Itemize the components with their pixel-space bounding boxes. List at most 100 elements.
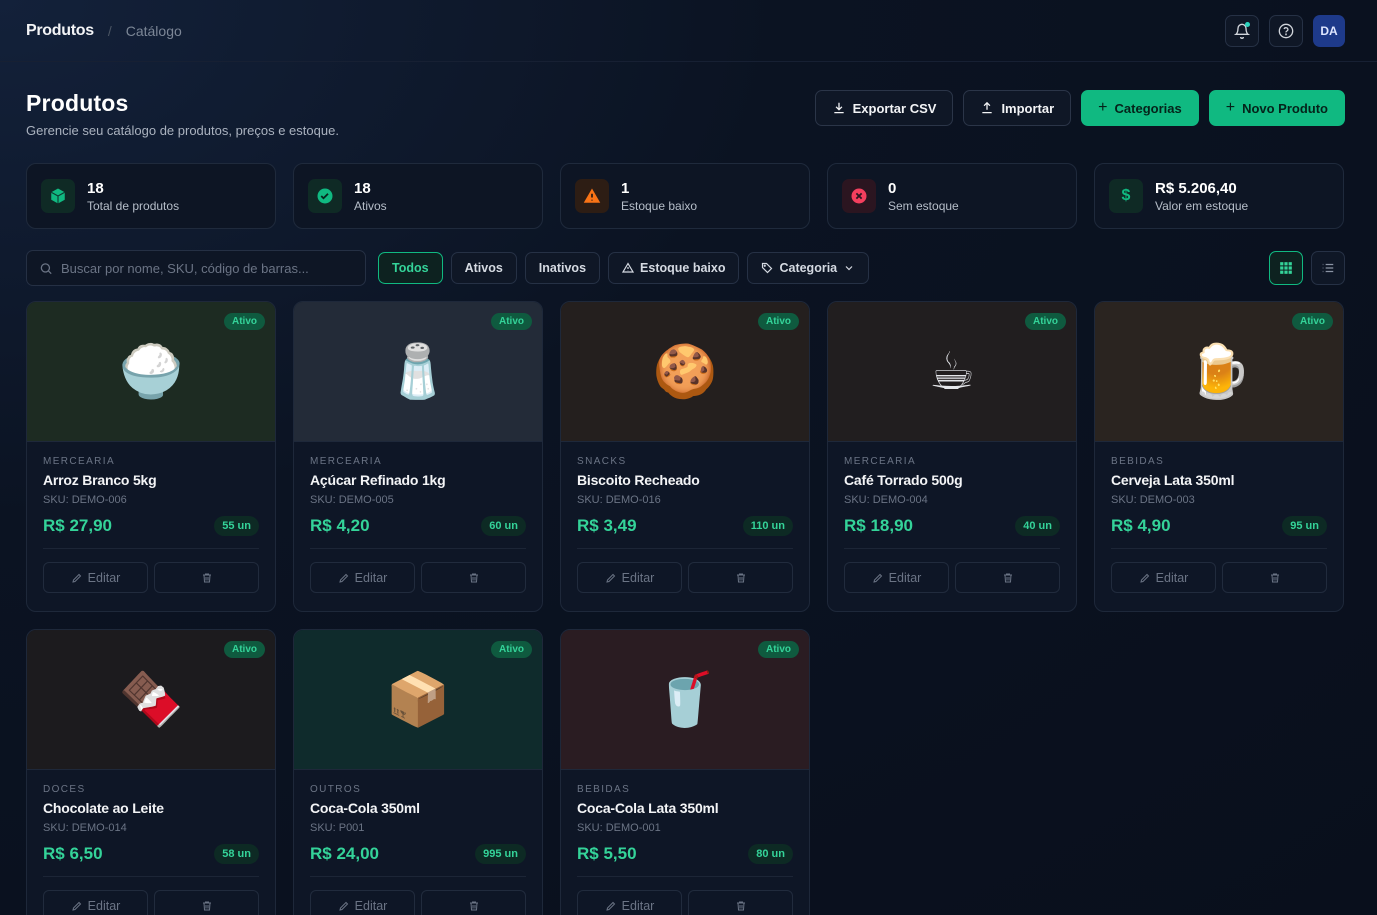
filter-chip-low-stock-label: Estoque baixo [640,261,726,275]
edit-label: Editar [87,898,121,913]
edit-label: Editar [888,570,922,585]
filter-chip-inactive[interactable]: Inativos [524,252,601,284]
edit-button[interactable]: Editar [43,890,148,915]
trash-icon [736,573,745,582]
product-price: R$ 27,90 [43,516,112,535]
status-badge: Ativo [224,641,265,658]
edit-button[interactable]: Editar [310,562,415,593]
product-price: R$ 3,49 [577,516,637,535]
product-price: R$ 5,50 [577,844,637,863]
stock-badge: 995 un [475,844,526,864]
stock-badge: 80 un [748,844,793,864]
categories-button[interactable]: + Categorias [1081,90,1199,126]
trash-icon [202,901,211,910]
plus-icon: + [1225,99,1236,116]
edit-button[interactable]: Editar [1111,562,1216,593]
plus-icon: + [1098,99,1108,116]
filter-chip-category-label: Categoria [779,261,838,275]
stat-active-label: Ativos [354,198,387,213]
stat-active-value: 18 [354,179,371,197]
import-button[interactable]: Importar [963,90,1072,126]
breadcrumb-sub[interactable]: Catálogo [126,23,182,39]
stat-out-of-stock-value: 0 [888,179,897,197]
status-badge: Ativo [758,641,799,658]
edit-button[interactable]: Editar [577,562,682,593]
trash-icon [202,573,211,582]
product-category: BEBIDAS [577,784,631,795]
breadcrumb: Produtos / Catálogo [26,22,182,40]
edit-button[interactable]: Editar [43,562,148,593]
delete-button[interactable] [154,890,259,915]
warning-icon [575,179,609,213]
product-card[interactable]: Ativo 🥤 BEBIDAS Coca-Cola Lata 350ml SKU… [560,629,810,915]
stock-badge: 58 un [214,844,259,864]
product-image: Ativo 🍺 [1095,302,1343,442]
categories-label: Categorias [1114,100,1182,116]
product-sku: SKU: DEMO-006 [43,494,127,506]
product-name: Chocolate ao Leite [43,800,164,816]
product-name: Arroz Branco 5kg [43,472,157,488]
product-card[interactable]: Ativo 🍫 DOCES Chocolate ao Leite SKU: DE… [26,629,276,915]
trash-icon [469,901,478,910]
delete-button[interactable] [688,562,793,593]
pencil-icon [338,901,348,911]
delete-button[interactable] [955,562,1060,593]
edit-button[interactable]: Editar [310,890,415,915]
stat-stock-value: $ R$ 5.206,40 Valor em estoque [1094,163,1344,229]
delete-button[interactable] [1222,562,1327,593]
dollar-icon: $ [1109,179,1143,213]
help-icon [1278,23,1294,38]
status-badge: Ativo [491,641,532,658]
delete-button[interactable] [421,562,526,593]
product-category: DOCES [43,784,86,795]
product-emoji-icon: 🍚 [118,341,184,402]
product-category: MERCEARIA [43,456,116,467]
status-badge: Ativo [1292,313,1333,330]
breadcrumb-separator: / [107,22,112,39]
export-csv-button[interactable]: Exportar CSV [814,90,954,126]
product-name: Açúcar Refinado 1kg [310,472,446,488]
product-card[interactable]: Ativo 🍺 BEBIDAS Cerveja Lata 350ml SKU: … [1094,301,1344,612]
product-sku: SKU: DEMO-001 [577,822,661,834]
edit-button[interactable]: Editar [844,562,949,593]
new-product-button[interactable]: + Novo Produto [1208,90,1345,126]
edit-label: Editar [621,570,655,585]
search-input[interactable] [60,260,353,276]
status-badge: Ativo [224,313,265,330]
pencil-icon [605,573,615,583]
filter-chip-category[interactable]: Categoria [747,252,870,284]
page-subtitle: Gerencie seu catálogo de produtos, preço… [26,123,339,138]
edit-label: Editar [354,570,388,585]
product-image: Ativo 🧂 [294,302,542,442]
status-badge: Ativo [758,313,799,330]
product-image: Ativo 🍪 [561,302,809,442]
grid-icon [1280,262,1292,274]
delete-button[interactable] [688,890,793,915]
product-card[interactable]: Ativo ☕ MERCEARIA Café Torrado 500g SKU:… [827,301,1077,612]
grid-view-button[interactable] [1269,251,1303,285]
pencil-icon [71,573,81,583]
filter-chip-low-stock[interactable]: Estoque baixo [608,252,740,284]
product-card[interactable]: Ativo 📦 OUTROS Coca-Cola 350ml SKU: P001… [293,629,543,915]
filter-chip-active[interactable]: Ativos [450,252,517,284]
edit-button[interactable]: Editar [577,890,682,915]
product-card[interactable]: Ativo 🍪 SNACKS Biscoito Recheado SKU: DE… [560,301,810,612]
stat-active: 18 Ativos [293,163,543,229]
edit-label: Editar [1155,570,1189,585]
delete-button[interactable] [421,890,526,915]
stat-out-of-stock-label: Sem estoque [888,198,959,213]
product-category: SNACKS [577,456,627,467]
delete-button[interactable] [154,562,259,593]
breadcrumb-main[interactable]: Produtos [26,22,94,40]
search-box [26,250,366,286]
filter-chip-all[interactable]: Todos [378,252,443,284]
list-view-button[interactable] [1311,251,1345,285]
edit-label: Editar [621,898,655,913]
help-button[interactable] [1269,14,1303,47]
avatar[interactable]: DA [1313,14,1345,47]
notifications-button[interactable] [1225,14,1259,47]
product-card[interactable]: Ativo 🧂 MERCEARIA Açúcar Refinado 1kg SK… [293,301,543,612]
product-card[interactable]: Ativo 🍚 MERCEARIA Arroz Branco 5kg SKU: … [26,301,276,612]
edit-label: Editar [354,898,388,913]
page-title: Produtos [26,90,129,116]
